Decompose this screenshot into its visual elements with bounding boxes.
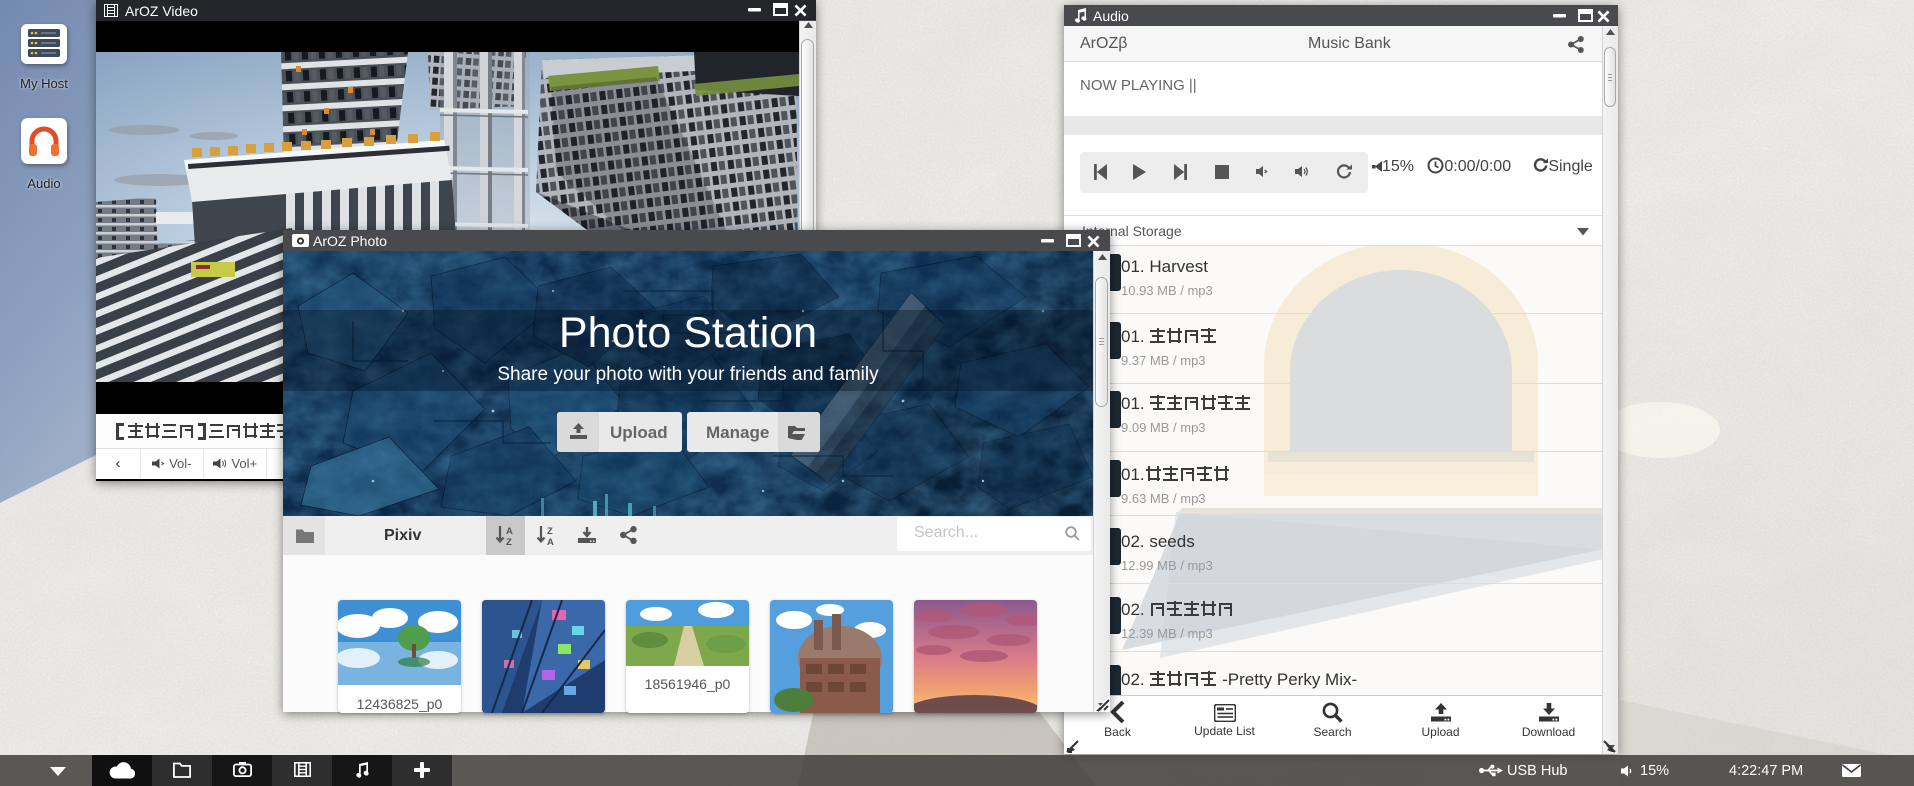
svg-text:Z: Z: [547, 526, 553, 537]
svg-text:A: A: [506, 526, 513, 537]
svg-text:Z: Z: [506, 537, 512, 547]
svg-text:A: A: [547, 537, 554, 547]
